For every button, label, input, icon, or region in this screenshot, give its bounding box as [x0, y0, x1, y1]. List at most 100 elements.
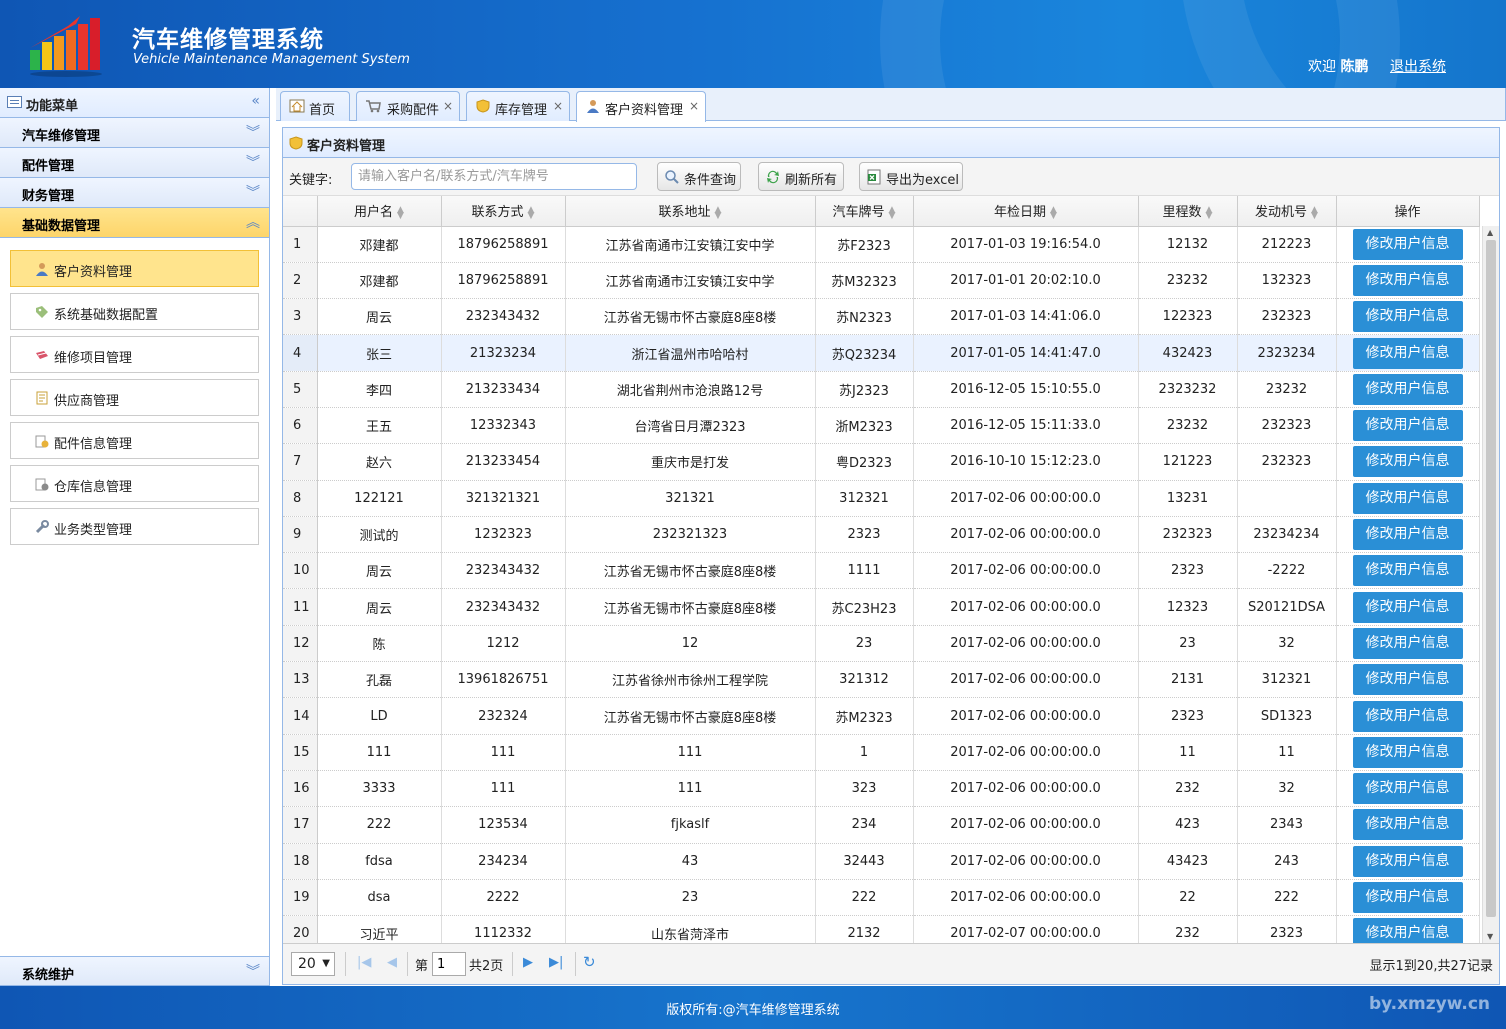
sidebar-item-customer[interactable]: 客户资料管理: [10, 250, 259, 287]
section-vehicle-repair[interactable]: 汽车维修管理 ︾: [0, 118, 269, 148]
edit-user-button[interactable]: 修改用户信息: [1352, 881, 1463, 913]
scroll-down-icon[interactable]: ▼: [1487, 932, 1493, 941]
edit-user-button[interactable]: 修改用户信息: [1352, 736, 1463, 768]
edit-user-button[interactable]: 修改用户信息: [1352, 555, 1463, 587]
section-label: 财务管理: [22, 189, 75, 204]
edit-user-button[interactable]: 修改用户信息: [1352, 918, 1463, 943]
table-row[interactable]: 12 陈 1212 12 23 2017-02-06 00:00:00.0 23 32 修改用户…: [283, 625, 1480, 663]
first-page-icon[interactable]: |◀: [357, 955, 371, 970]
table-row[interactable]: 8 122121 321321321 321321 312321 2017-02-06 0…: [283, 480, 1480, 517]
table-row[interactable]: 7 赵六 213233454 重庆市是打发 粤D2323 2016-10-10 15:12…: [283, 443, 1480, 481]
edit-user-button[interactable]: 修改用户信息: [1352, 591, 1463, 623]
cell-plate: 1: [815, 734, 914, 771]
table-row[interactable]: 2 邓建都 18796258891 江苏省南通市江安镇江安中学 苏M32323 2017-…: [283, 262, 1480, 300]
last-page-icon[interactable]: ▶|: [549, 955, 563, 970]
sidebar-item-supplier[interactable]: 供应商管理: [10, 379, 259, 416]
next-page-icon[interactable]: ▶: [523, 955, 533, 970]
edit-user-button[interactable]: 修改用户信息: [1352, 845, 1463, 877]
table-row[interactable]: 16 3333 111 111 323 2017-02-06 00:00:00.0 232 3…: [283, 770, 1480, 808]
edit-user-button[interactable]: 修改用户信息: [1352, 337, 1463, 369]
search-input[interactable]: [351, 163, 637, 190]
sidebar-item-system-config[interactable]: 系统基础数据配置: [10, 293, 259, 330]
column-header-address[interactable]: 联系地址 ▲ ▼: [565, 196, 816, 227]
scroll-up-icon[interactable]: ▲: [1487, 228, 1493, 237]
pager-info: 显示1到20,共27记录: [1369, 959, 1494, 974]
tab-customer-info[interactable]: 客户资料管理 ×: [576, 91, 706, 122]
cell-address: 重庆市是打发: [565, 443, 816, 481]
edit-user-button[interactable]: 修改用户信息: [1352, 446, 1463, 478]
table-row[interactable]: 19 dsa 2222 23 222 2017-02-06 00:00:00.0 22 222…: [283, 879, 1480, 917]
column-header-phone[interactable]: 联系方式 ▲ ▼: [441, 196, 566, 227]
cell-phone: 213233454: [441, 443, 566, 481]
table-row[interactable]: 17 222 123534 fjkaslf 234 2017-02-06 00:00:00…: [283, 806, 1480, 844]
tab-purchase-parts[interactable]: 采购配件 ×: [356, 91, 460, 121]
sort-icon: ▲ ▼: [1311, 204, 1318, 221]
edit-user-button[interactable]: 修改用户信息: [1352, 809, 1463, 841]
table-row[interactable]: 9 测试的 1232323 232321323 2323 2017-02-06 00:00…: [283, 516, 1480, 554]
section-basic-data[interactable]: 基础数据管理 ︽: [0, 208, 269, 238]
refresh-all-button[interactable]: 刷新所有: [758, 162, 844, 191]
column-header-name[interactable]: 用户名 ▲ ▼: [317, 196, 442, 227]
section-system-maintenance[interactable]: 系统维护 ︾: [0, 956, 269, 986]
table-row[interactable]: 5 李四 213233434 湖北省荆州市沧浪路12号 苏J2323 2016-12-05…: [283, 371, 1480, 408]
page-size-select[interactable]: 20 ▼: [291, 952, 335, 976]
sidebar-item-business-type[interactable]: 业务类型管理: [10, 508, 259, 545]
edit-user-button[interactable]: 修改用户信息: [1352, 410, 1463, 442]
document-icon: [36, 391, 48, 405]
edit-user-button[interactable]: 修改用户信息: [1352, 664, 1463, 696]
table-row[interactable]: 4 张三 21323234 浙江省温州市哈哈村 苏Q23234 2017-01-05 14…: [283, 334, 1480, 372]
table-row[interactable]: 3 周云 232343432 江苏省无锡市怀古豪庭8座8楼 苏N2323 2017-01-…: [283, 298, 1480, 336]
cell-phone: 1112332: [441, 915, 566, 943]
edit-user-button[interactable]: 修改用户信息: [1352, 482, 1463, 514]
cell-address: 321321: [565, 480, 816, 517]
cell-name: 周云: [317, 298, 442, 336]
edit-user-button[interactable]: 修改用户信息: [1352, 301, 1463, 333]
sidebar-item-parts-info[interactable]: 配件信息管理: [10, 422, 259, 459]
table-row[interactable]: 10 周云 232343432 江苏省无锡市怀古豪庭8座8楼 1111 2017-02-0…: [283, 552, 1480, 590]
edit-user-button[interactable]: 修改用户信息: [1352, 627, 1463, 659]
tab-inventory[interactable]: 库存管理 ×: [466, 91, 570, 121]
reload-icon[interactable]: ↻: [583, 953, 596, 971]
edit-user-button[interactable]: 修改用户信息: [1352, 264, 1463, 296]
cell-name: 张三: [317, 334, 442, 372]
cell-engine: 212223: [1237, 226, 1337, 263]
shield-icon: [476, 99, 490, 113]
cell-inspection-date: 2016-12-05 15:11:33.0: [913, 407, 1139, 445]
close-icon[interactable]: ×: [443, 99, 453, 113]
sidebar-item-repair-items[interactable]: 维修项目管理: [10, 336, 259, 373]
table-row[interactable]: 15 111 111 111 1 2017-02-06 00:00:00.0 11 11 修改用…: [283, 734, 1480, 771]
scrollbar-thumb[interactable]: [1486, 240, 1496, 917]
edit-user-button[interactable]: 修改用户信息: [1352, 228, 1463, 260]
query-button[interactable]: 条件查询: [657, 162, 741, 191]
table-row[interactable]: 18 fdsa 234234 43 32443 2017-02-06 00:00:00.0…: [283, 843, 1480, 880]
prev-page-icon[interactable]: ◀: [387, 955, 397, 970]
cell-address: 江苏省无锡市怀古豪庭8座8楼: [565, 552, 816, 590]
vertical-scrollbar[interactable]: ▲ ▼: [1482, 226, 1499, 943]
cell-plate: 苏F2323: [815, 226, 914, 263]
cell-action: 修改用户信息: [1336, 334, 1480, 372]
table-row[interactable]: 11 周云 232343432 江苏省无锡市怀古豪庭8座8楼 苏C23H23 2017-0…: [283, 588, 1480, 626]
table-row[interactable]: 1 邓建都 18796258891 江苏省南通市江安镇江安中学 苏F2323 2017-0…: [283, 226, 1480, 263]
table-row[interactable]: 14 LD 232324 江苏省无锡市怀古豪庭8座8楼 苏M2323 2017-02-06…: [283, 697, 1480, 735]
edit-user-button[interactable]: 修改用户信息: [1352, 700, 1463, 732]
column-header-engine[interactable]: 发动机号 ▲ ▼: [1237, 196, 1337, 227]
table-row[interactable]: 6 王五 12332343 台湾省日月潭2323 浙M2323 2016-12-05 15…: [283, 407, 1480, 445]
edit-user-button[interactable]: 修改用户信息: [1352, 519, 1463, 551]
table-row[interactable]: 20 习近平 1112332 山东省菏泽市 2132 2017-02-07 00:00:0…: [283, 915, 1480, 943]
logout-link[interactable]: 退出系统: [1390, 56, 1446, 76]
section-finance[interactable]: 财务管理 ︾: [0, 178, 269, 208]
edit-user-button[interactable]: 修改用户信息: [1352, 373, 1463, 405]
page-number-input[interactable]: [432, 952, 466, 976]
close-icon[interactable]: ×: [553, 99, 563, 113]
export-excel-button[interactable]: 导出为excel: [859, 162, 963, 191]
column-header-plate[interactable]: 汽车牌号 ▲ ▼: [815, 196, 914, 227]
column-header-mileage[interactable]: 里程数 ▲ ▼: [1138, 196, 1238, 227]
section-parts[interactable]: 配件管理 ︾: [0, 148, 269, 178]
column-header-inspection-date[interactable]: 年检日期 ▲ ▼: [913, 196, 1139, 227]
sidebar-item-warehouse[interactable]: 仓库信息管理: [10, 465, 259, 502]
tab-home[interactable]: 首页: [280, 91, 350, 121]
edit-user-button[interactable]: 修改用户信息: [1352, 773, 1463, 805]
close-icon[interactable]: ×: [689, 99, 699, 113]
collapse-left-icon[interactable]: «: [251, 93, 260, 109]
table-row[interactable]: 13 孔磊 13961826751 江苏省徐州市徐州工程学院 321312 2017-02…: [283, 661, 1480, 699]
